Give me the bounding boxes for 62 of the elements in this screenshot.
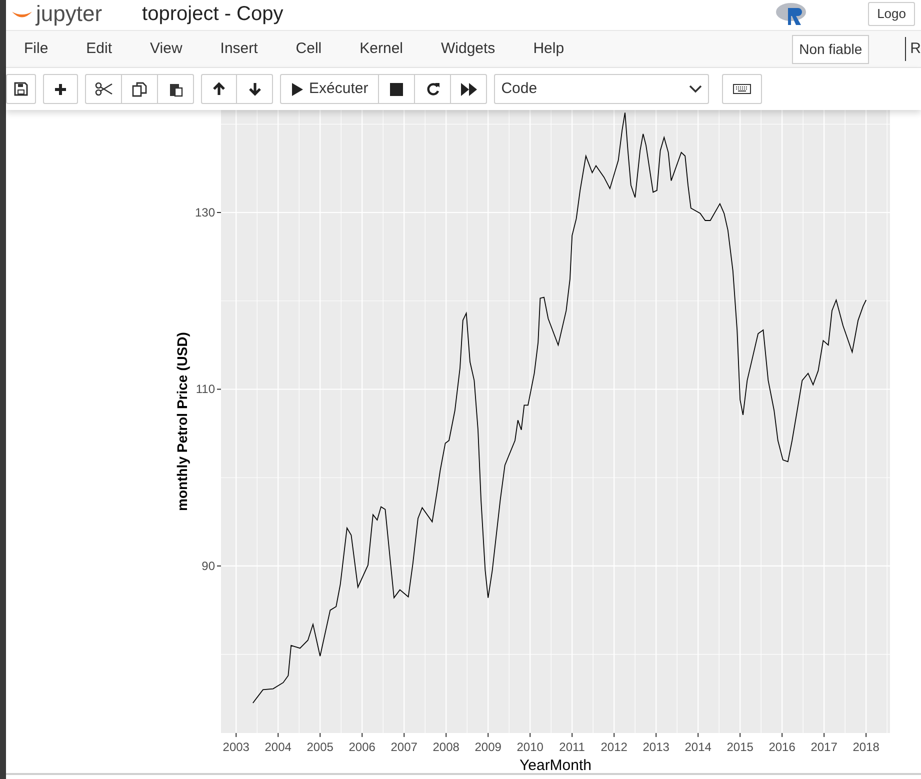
menu-item[interactable]: View [150, 38, 182, 60]
x-tick-label: 2010 [516, 740, 544, 754]
chevron-down-icon [689, 85, 702, 93]
menu-item[interactable]: Kernel [360, 38, 403, 60]
play-icon [291, 82, 303, 96]
logo-icon [12, 10, 32, 18]
x-tick-label: 2003 [222, 740, 250, 754]
menu-item[interactable]: Cell [296, 38, 322, 60]
save-icon [14, 82, 28, 96]
keyboard-button[interactable] [722, 74, 762, 104]
x-tick-label: 2016 [768, 740, 796, 754]
x-tick-label: 2014 [684, 740, 712, 754]
restart-button[interactable] [415, 74, 452, 104]
x-tick-label: 2018 [852, 740, 880, 754]
menu-item[interactable]: Help [533, 38, 564, 60]
copy-icon [132, 82, 147, 96]
run-button[interactable]: Exécuter [280, 74, 380, 104]
x-tick-label: 2015 [726, 740, 754, 754]
x-tick-label: 2013 [642, 740, 670, 754]
stop-icon [390, 82, 404, 96]
save-button[interactable] [6, 74, 36, 104]
x-tick-label: 2012 [600, 740, 628, 754]
move-up-button[interactable] [201, 74, 237, 104]
clipboard-icon [168, 82, 182, 96]
cut-button[interactable] [85, 74, 122, 104]
y-axis-title: monthly Petrol Price (USD) [174, 332, 190, 511]
keyboard-icon [733, 84, 752, 94]
trust-indicator[interactable]: Non fiable [792, 34, 870, 64]
fast-forward-button[interactable] [451, 74, 488, 104]
x-tick-label: 2006 [348, 740, 376, 754]
r-logo-icon [774, 2, 808, 26]
y-tick-label: 110 [196, 382, 215, 396]
logo-text: jupyter [36, 3, 102, 25]
cell-type-dropdown[interactable]: Code [494, 74, 710, 104]
notebook-title[interactable]: toproject - Copy [142, 4, 284, 24]
arrow-up-icon [212, 82, 226, 96]
logout-button[interactable]: Logo [868, 2, 915, 26]
y-tick-label: 130 [194, 206, 215, 220]
paste-button[interactable] [158, 74, 194, 104]
menu-item[interactable]: Edit [86, 38, 112, 60]
copy-button[interactable] [122, 74, 158, 104]
x-tick-label: 2017 [810, 740, 838, 754]
menu-item[interactable]: File [24, 38, 48, 60]
move-down-button[interactable] [237, 74, 273, 104]
add-cell-button[interactable] [43, 74, 78, 104]
stop-button[interactable] [379, 74, 416, 104]
x-tick-label: 2005 [306, 740, 334, 754]
x-tick-label: 2008 [432, 740, 460, 754]
menu-item[interactable]: Insert [220, 38, 258, 60]
arrow-down-icon [248, 82, 262, 96]
menu-item[interactable]: Widgets [441, 38, 496, 60]
plus-icon [54, 82, 67, 96]
x-tick-label: 2007 [390, 740, 418, 754]
x-tick-label: 2009 [474, 740, 502, 754]
scissors-icon [94, 82, 112, 96]
kernel-name: R [910, 38, 921, 59]
x-tick-label: 2004 [264, 740, 292, 754]
x-axis-title: YearMonth [520, 757, 592, 774]
restart-icon [426, 82, 440, 96]
fast-forward-icon [460, 82, 477, 96]
y-tick-label: 90 [202, 558, 215, 573]
x-tick-label: 2011 [559, 740, 585, 754]
